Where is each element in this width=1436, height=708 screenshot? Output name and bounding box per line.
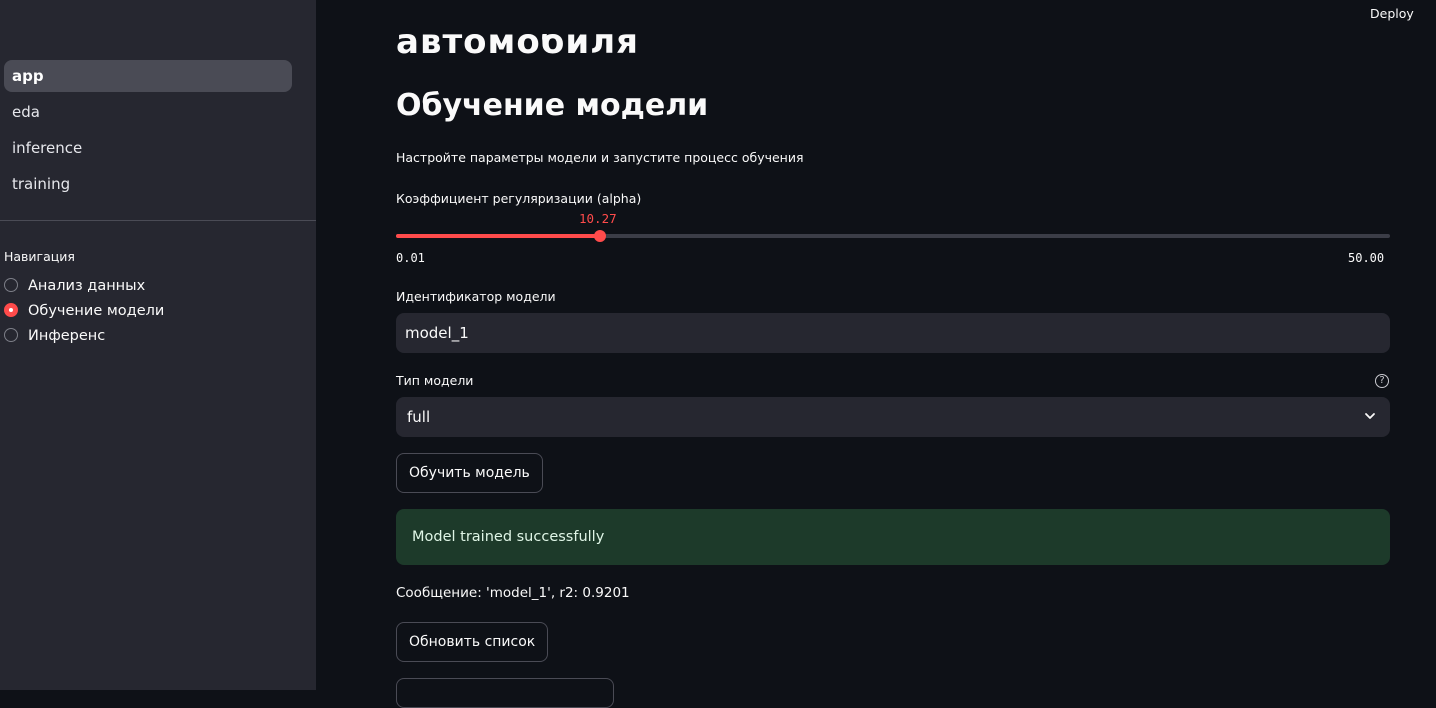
sidebar-divider [0, 220, 316, 221]
model-id-label: Идентификатор модели [396, 289, 556, 304]
train-model-button[interactable]: Обучить модель [396, 453, 543, 493]
sidebar-page-eda[interactable]: eda [4, 96, 292, 128]
page-title-partial: автомобиля [396, 22, 639, 62]
section-heading: Обучение модели [396, 88, 709, 123]
alpha-slider-thumb[interactable] [593, 230, 606, 242]
alpha-slider-track[interactable] [396, 230, 1390, 242]
radio-option-data-analysis[interactable]: Анализ данных [4, 276, 204, 296]
navigation-title: Навигация [4, 249, 75, 264]
model-type-select[interactable]: full [396, 397, 1390, 437]
radio-unchecked-icon[interactable] [4, 278, 18, 292]
model-id-input[interactable]: model_1 [396, 313, 1390, 353]
radio-option-model-training[interactable]: Обучение модели [4, 301, 204, 321]
deploy-button[interactable]: Deploy [1370, 6, 1414, 21]
sidebar-page-training[interactable]: training [4, 168, 292, 200]
alpha-slider-fill [396, 234, 600, 238]
radio-unchecked-icon[interactable] [4, 328, 18, 342]
chevron-down-icon [1365, 413, 1375, 419]
refresh-list-button[interactable]: Обновить список [396, 622, 549, 662]
model-type-value: full [407, 408, 431, 426]
sidebar-page-inference[interactable]: inference [4, 132, 292, 164]
radio-option-inference[interactable]: Инференс [4, 326, 204, 346]
radio-label: Инференс [28, 328, 106, 344]
result-message: Сообщение: 'model_1', r2: 0.9201 [396, 585, 630, 601]
sidebar-page-app[interactable]: app [4, 60, 292, 92]
next-button-partial[interactable] [396, 678, 614, 708]
radio-label: Обучение модели [28, 303, 165, 319]
alpha-slider-value: 10.27 [579, 211, 617, 226]
radio-checked-icon[interactable] [4, 303, 18, 317]
alpha-slider-label: Коэффициент регуляризации (alpha) [396, 191, 642, 206]
alpha-slider-max: 50.00 [1348, 251, 1385, 265]
question-circle-icon[interactable]: ? [1375, 374, 1389, 388]
section-caption: Настройте параметры модели и запустите п… [396, 150, 804, 165]
model-type-label: Тип модели [396, 373, 474, 388]
alpha-slider-min: 0.01 [396, 251, 425, 265]
success-alert: Model trained successfully [396, 509, 1390, 565]
radio-label: Анализ данных [28, 278, 146, 294]
sidebar: app eda inference training Навигация Ана… [0, 0, 316, 690]
